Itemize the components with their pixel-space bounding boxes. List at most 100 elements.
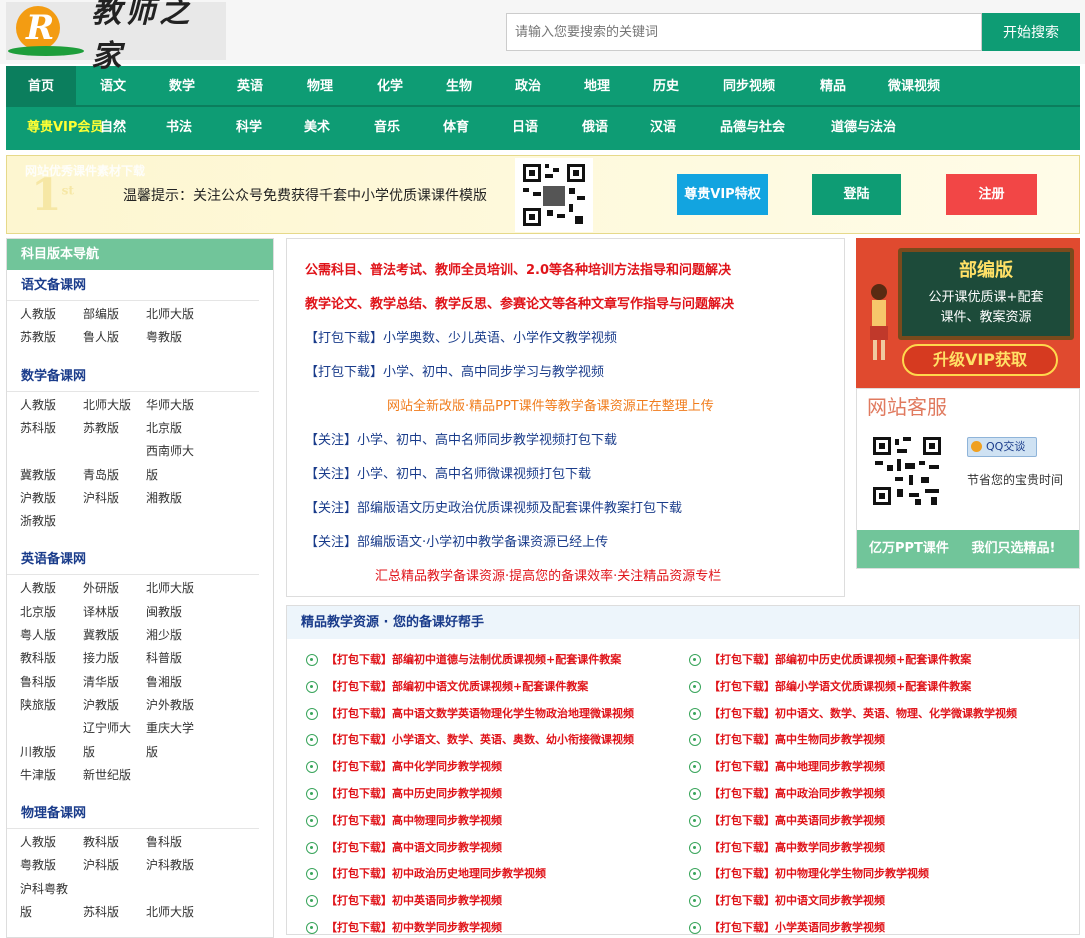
sidebar-version-link[interactable]: 陕旅版: [20, 697, 56, 713]
resource-item[interactable]: 【打包下载】初中语文、数学、英语、物理、化学微课教学视频: [689, 707, 1017, 721]
sidebar-version-link[interactable]: 鲁科版: [146, 834, 182, 850]
nav-item-japanese[interactable]: 日语: [512, 107, 538, 148]
nav-item-geography[interactable]: 地理: [584, 66, 610, 107]
nav-item-mandarin[interactable]: 汉语: [650, 107, 676, 148]
sidebar-version-link[interactable]: 沪科粤教: [20, 881, 68, 897]
resource-item[interactable]: 【打包下载】初中物理化学生物同步教学视频: [689, 867, 929, 881]
nav-item-sync-video[interactable]: 同步视频: [723, 66, 775, 107]
nav-item-calligraphy[interactable]: 书法: [166, 107, 192, 148]
resource-item[interactable]: 【打包下载】部编初中历史优质课视频+配套课件教案: [689, 653, 971, 667]
sidebar-version-link[interactable]: 接力版: [83, 650, 119, 666]
sidebar-version-link[interactable]: 教科版: [83, 834, 119, 850]
sidebar-version-link[interactable]: 沪教版: [20, 490, 56, 506]
sidebar-version-link[interactable]: 清华版: [83, 674, 119, 690]
sidebar-version-link[interactable]: 苏科版: [20, 420, 56, 436]
sidebar-version-link[interactable]: 版: [83, 744, 95, 760]
announcement-line[interactable]: 【关注】小学、初中、高中名师微课视频打包下载: [305, 463, 591, 482]
sidebar-version-link[interactable]: 鲁人版: [83, 329, 119, 345]
resource-item[interactable]: 【打包下载】高中历史同步教学视频: [306, 787, 502, 801]
resource-item[interactable]: 【打包下载】初中语文同步教学视频: [689, 894, 885, 908]
nav-item-vip[interactable]: 尊贵VIP会员: [27, 107, 103, 148]
register-button[interactable]: 注册: [946, 174, 1037, 215]
nav-item-biology[interactable]: 生物: [446, 66, 472, 107]
sidebar-version-link[interactable]: 人教版: [20, 580, 56, 596]
resource-item[interactable]: 【打包下载】高中地理同步教学视频: [689, 760, 885, 774]
sidebar-version-link[interactable]: 科普版: [146, 650, 182, 666]
sidebar-version-link[interactable]: 冀教版: [20, 467, 56, 483]
sidebar-version-link[interactable]: 粤教版: [20, 857, 56, 873]
sidebar-version-link[interactable]: 沪外教版: [146, 697, 194, 713]
nav-item-pe[interactable]: 体育: [443, 107, 469, 148]
resource-item[interactable]: 【打包下载】部编初中语文优质课视频+配套课件教案: [306, 680, 588, 694]
sidebar-version-link[interactable]: 沪教版: [83, 697, 119, 713]
announcement-line[interactable]: 【关注】部编版语文历史政治优质课视频及配套课件教案打包下载: [305, 497, 682, 516]
sidebar-version-link[interactable]: 部编版: [83, 306, 119, 322]
nav-item-politics[interactable]: 政治: [515, 66, 541, 107]
sidebar-version-link[interactable]: 苏科版: [83, 904, 119, 920]
resource-item[interactable]: 【打包下载】高中语文数学英语物理化学生物政治地理微课视频: [306, 707, 634, 721]
sidebar-version-link[interactable]: 青岛版: [83, 467, 119, 483]
sidebar-version-link[interactable]: 湘少版: [146, 627, 182, 643]
announcement-line[interactable]: 【关注】部编版语文·小学初中教学备课资源已经上传: [305, 531, 608, 550]
sidebar-version-link[interactable]: 北京版: [20, 604, 56, 620]
nav-item-history[interactable]: 历史: [653, 66, 679, 107]
nav-item-art[interactable]: 美术: [304, 107, 330, 148]
nav-item-science[interactable]: 科学: [236, 107, 262, 148]
sidebar-version-link[interactable]: 外研版: [83, 580, 119, 596]
sidebar-version-link[interactable]: 川教版: [20, 744, 56, 760]
sidebar-section-title[interactable]: 语文备课网: [7, 270, 259, 301]
resource-item[interactable]: 【打包下载】小学语文、数学、英语、奥数、幼小衔接微课视频: [306, 733, 634, 747]
announcement-line[interactable]: 【打包下载】小学、初中、高中同步学习与教学视频: [305, 361, 604, 380]
login-button[interactable]: 登陆: [812, 174, 901, 215]
sidebar-version-link[interactable]: 沪科教版: [146, 857, 194, 873]
sidebar-version-link[interactable]: 人教版: [20, 834, 56, 850]
sidebar-version-link[interactable]: 北师大版: [83, 397, 131, 413]
sidebar-version-link[interactable]: 鲁湘版: [146, 674, 182, 690]
announcement-line[interactable]: 【打包下载】小学奥数、少儿英语、小学作文教学视频: [305, 327, 617, 346]
sidebar-version-link[interactable]: 版: [146, 467, 158, 483]
announcement-line[interactable]: 【关注】小学、初中、高中名师同步教学视频打包下载: [305, 429, 617, 448]
sidebar-version-link[interactable]: 版: [20, 904, 32, 920]
resource-item[interactable]: 【打包下载】部编小学语文优质课视频+配套课件教案: [689, 680, 971, 694]
resource-item[interactable]: 【打包下载】初中政治历史地理同步教学视频: [306, 867, 546, 881]
sidebar-version-link[interactable]: 西南师大: [146, 443, 194, 459]
sidebar-section-title[interactable]: 英语备课网: [7, 544, 259, 576]
sidebar-version-link[interactable]: 人教版: [20, 397, 56, 413]
nav-item-math[interactable]: 数学: [169, 66, 195, 107]
sidebar-version-link[interactable]: 牛津版: [20, 767, 56, 783]
nav-item-music[interactable]: 音乐: [374, 107, 400, 148]
sidebar-version-link[interactable]: 人教版: [20, 306, 56, 322]
sidebar-version-link[interactable]: 粤教版: [146, 329, 182, 345]
sidebar-version-link[interactable]: 冀教版: [83, 627, 119, 643]
nav-item-physics[interactable]: 物理: [307, 66, 333, 107]
sidebar-version-link[interactable]: 闽教版: [146, 604, 182, 620]
sidebar-section-title[interactable]: 数学备课网: [7, 361, 259, 392]
search-input[interactable]: [506, 13, 982, 51]
announcement-line[interactable]: 教学论文、教学总结、教学反思、参赛论文等各种文章写作指导与问题解决: [305, 293, 734, 312]
nav-item-home[interactable]: 首页: [6, 66, 76, 107]
sidebar-version-link[interactable]: 湘教版: [146, 490, 182, 506]
sidebar-version-link[interactable]: 版: [146, 744, 158, 760]
resource-item[interactable]: 【打包下载】高中数学同步教学视频: [689, 841, 885, 855]
banner-cta-button[interactable]: 升级VIP获取: [902, 344, 1058, 376]
vip-privilege-button[interactable]: 尊贵VIP特权: [677, 174, 768, 215]
sidebar-version-link[interactable]: 苏教版: [83, 420, 119, 436]
sidebar-version-link[interactable]: 沪科版: [83, 857, 119, 873]
nav-item-nature[interactable]: 自然: [100, 107, 126, 148]
announcement-line[interactable]: 公需科目、普法考试、教师全员培训、2.0等各种培训方法指导和问题解决: [305, 259, 731, 278]
nav-item-premium[interactable]: 精品: [820, 66, 846, 107]
resource-item[interactable]: 【打包下载】高中生物同步教学视频: [689, 733, 885, 747]
resource-item[interactable]: 【打包下载】高中语文同步教学视频: [306, 841, 502, 855]
sidebar-version-link[interactable]: 辽宁师大: [83, 720, 131, 736]
sidebar-version-link[interactable]: 苏教版: [20, 329, 56, 345]
resource-item[interactable]: 【打包下载】高中化学同步教学视频: [306, 760, 502, 774]
site-logo[interactable]: 教师之家: [6, 0, 226, 74]
search-button[interactable]: 开始搜索: [982, 13, 1080, 51]
resource-item[interactable]: 【打包下载】高中政治同步教学视频: [689, 787, 885, 801]
vip-banner[interactable]: 部编版 公开课优质课+配套 课件、教案资源 升级VIP获取: [856, 238, 1080, 388]
sidebar-version-link[interactable]: 教科版: [20, 650, 56, 666]
nav-item-english[interactable]: 英语: [237, 66, 263, 107]
qq-chat-button[interactable]: QQ交谈: [967, 437, 1037, 457]
sidebar-version-link[interactable]: 浙教版: [20, 513, 56, 529]
sidebar-version-link[interactable]: 北师大版: [146, 580, 194, 596]
